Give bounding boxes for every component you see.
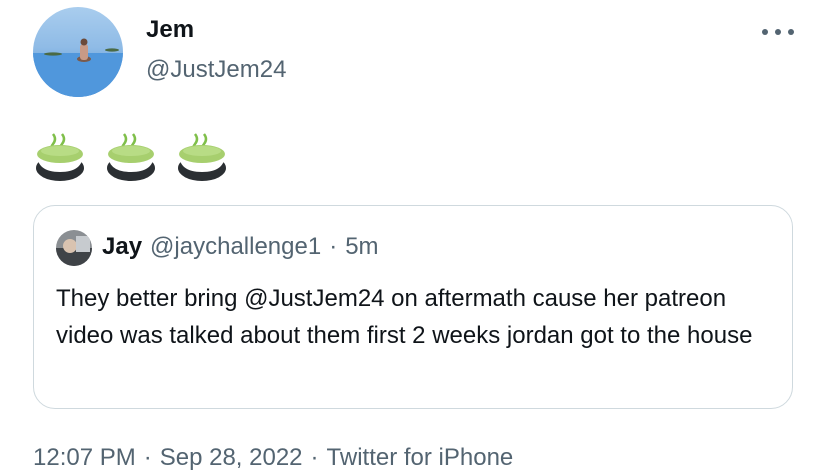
quoted-tweet-header: Jay @jaychallenge1 · 5m	[102, 233, 379, 261]
author-handle[interactable]: @JustJem24	[146, 56, 286, 84]
author-avatar[interactable]	[33, 7, 123, 97]
separator-dot: ·	[143, 444, 152, 471]
green-soup-bowl-icon	[178, 133, 226, 181]
quoted-time[interactable]: 5m	[345, 233, 378, 261]
tweet-time[interactable]: 12:07 PM	[33, 444, 136, 471]
quoted-author-handle[interactable]: @jaychallenge1	[150, 233, 321, 261]
quoted-author-avatar[interactable]	[56, 230, 92, 266]
tweet-date[interactable]: Sep 28, 2022	[160, 444, 303, 471]
author-name[interactable]: Jem	[146, 16, 194, 44]
quoted-author-name[interactable]: Jay	[102, 233, 142, 261]
quoted-tweet-card[interactable]: Jay @jaychallenge1 · 5m They better brin…	[33, 205, 793, 409]
more-options-button[interactable]	[762, 20, 794, 44]
separator-dot: ·	[329, 233, 338, 260]
tweet-source[interactable]: Twitter for iPhone	[327, 444, 514, 471]
green-soup-bowl-icon	[36, 133, 84, 181]
more-horizontal-icon-dot	[788, 29, 794, 35]
tweet-meta: 12:07 PM · Sep 28, 2022 · Twitter for iPhone	[33, 444, 513, 472]
green-soup-bowl-icon	[107, 133, 155, 181]
tweet-text	[34, 122, 228, 188]
more-horizontal-icon	[762, 29, 768, 35]
separator-dot: ·	[310, 444, 319, 471]
more-horizontal-icon-dot	[775, 29, 781, 35]
quoted-tweet-text: They better bring @JustJem24 on aftermat…	[56, 285, 753, 349]
